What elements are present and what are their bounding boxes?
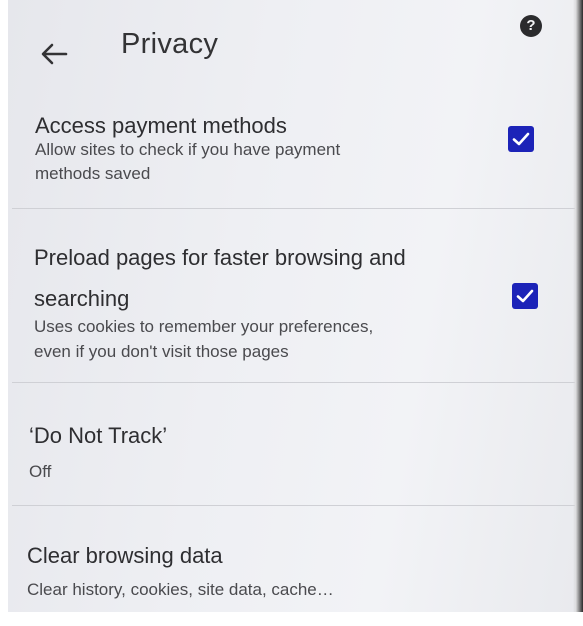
checkmark-icon bbox=[512, 132, 530, 146]
setting-title-line: searching bbox=[34, 286, 130, 311]
payment-methods-checkbox[interactable] bbox=[508, 126, 534, 152]
setting-subtitle-line: Uses cookies to remember your preference… bbox=[34, 317, 374, 336]
preload-pages-checkbox[interactable] bbox=[512, 283, 538, 309]
device-bezel-edge bbox=[573, 0, 583, 626]
setting-preload-pages[interactable]: Preload pages for faster browsing and se… bbox=[8, 209, 575, 382]
setting-title-line: Preload pages for faster browsing and bbox=[34, 245, 406, 270]
privacy-settings-screen: Privacy ? Access payment methods Allow s… bbox=[8, 0, 575, 612]
setting-clear-browsing-data[interactable]: Clear browsing data Clear history, cooki… bbox=[8, 506, 575, 612]
help-icon[interactable]: ? bbox=[520, 15, 542, 37]
setting-value: Off bbox=[29, 462, 52, 481]
setting-title: ‘Do Not Track’ bbox=[29, 423, 168, 448]
page-title: Privacy bbox=[121, 28, 219, 60]
setting-do-not-track[interactable]: ‘Do Not Track’ Off bbox=[8, 383, 575, 505]
checkmark-icon bbox=[516, 289, 534, 303]
setting-subtitle-line: Allow sites to check if you have payment bbox=[35, 140, 341, 159]
setting-subtitle: Clear history, cookies, site data, cache… bbox=[27, 580, 334, 599]
setting-subtitle-line: methods saved bbox=[35, 164, 151, 183]
app-bar: Privacy ? bbox=[8, 0, 575, 92]
back-arrow-icon[interactable] bbox=[38, 40, 70, 68]
bottom-margin bbox=[0, 612, 583, 626]
setting-title: Clear browsing data bbox=[27, 543, 223, 568]
setting-access-payment-methods[interactable]: Access payment methods Allow sites to ch… bbox=[8, 100, 575, 208]
setting-title: Access payment methods bbox=[35, 113, 287, 138]
setting-subtitle-line: even if you don't visit those pages bbox=[34, 342, 289, 361]
